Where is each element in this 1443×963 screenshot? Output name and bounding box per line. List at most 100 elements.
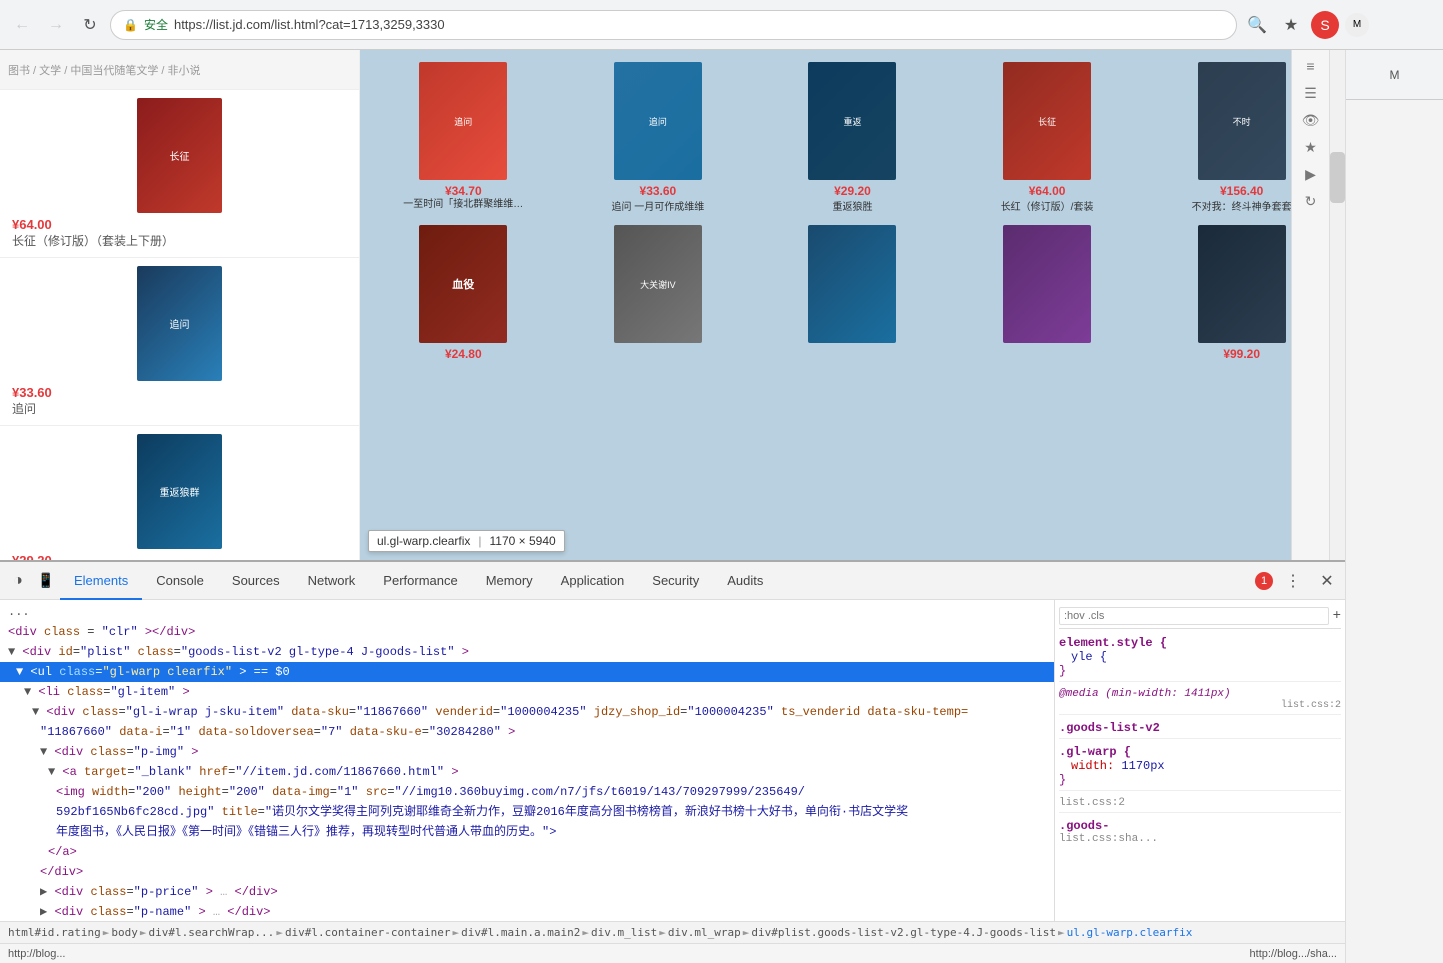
dom-line[interactable]: ▶ <div class="p-name" > … </div> bbox=[0, 902, 1054, 921]
dom-line[interactable]: ▼ <a target="_blank" href="//item.jd.com… bbox=[0, 762, 1054, 782]
page-scrollbar[interactable] bbox=[1329, 50, 1345, 560]
book-cover-3: 重返狼群 bbox=[137, 434, 222, 549]
dom-line[interactable]: "11867660" data-i="1" data-soldoversea="… bbox=[0, 722, 1054, 742]
devtools-device-btn[interactable]: 📱 bbox=[32, 567, 60, 595]
grid-item[interactable]: 大关谢IV bbox=[563, 221, 754, 365]
dom-line[interactable]: <img width="200" height="200" data-img="… bbox=[0, 782, 1054, 802]
breadcrumb-sep: ► bbox=[1058, 926, 1065, 939]
style-rule: element.style { yle { } bbox=[1059, 633, 1341, 682]
breadcrumb-item[interactable]: div#l.container-container bbox=[285, 926, 451, 939]
book-cover-1: 长征 bbox=[137, 98, 222, 213]
dom-line-selected[interactable]: ▼ <ul class="gl-warp clearfix" > == $0 bbox=[0, 662, 1054, 682]
breadcrumb-item[interactable]: div.ml_wrap bbox=[668, 926, 741, 939]
close-devtools-btn[interactable]: ✕ bbox=[1313, 567, 1341, 595]
breadcrumb-sep: ► bbox=[453, 926, 460, 939]
dom-line[interactable]: ... bbox=[0, 602, 1054, 622]
breadcrumb-item[interactable]: div#l.main.a.main2 bbox=[461, 926, 580, 939]
more-options-btn[interactable]: ⋮ bbox=[1279, 567, 1307, 595]
book-img: 大关谢IV bbox=[614, 225, 702, 343]
browser-icon-5[interactable]: ▶ bbox=[1299, 162, 1323, 186]
grid-row-2: 血役 ¥24.80 大关谢IV ¥99.20 bbox=[368, 221, 1337, 365]
grid-item[interactable]: 追问 ¥34.70 一至时间「接北群聚维维… bbox=[368, 58, 559, 217]
right-btn-1[interactable]: M bbox=[1383, 63, 1407, 87]
browser-icon-4[interactable]: ★ bbox=[1299, 135, 1323, 159]
reload-button[interactable]: ↻ bbox=[76, 11, 104, 39]
item-price: ¥64.00 bbox=[956, 184, 1139, 198]
add-style-icon[interactable]: + bbox=[1333, 608, 1341, 624]
styles-filter-bar: + bbox=[1059, 604, 1341, 629]
book-img: 长征 bbox=[1003, 62, 1091, 180]
tab-memory[interactable]: Memory bbox=[472, 562, 547, 600]
tab-network[interactable]: Network bbox=[294, 562, 370, 600]
style-close2: } bbox=[1059, 773, 1341, 787]
breadcrumb-item[interactable]: body bbox=[111, 926, 138, 939]
browser-icon-1[interactable]: ≡ bbox=[1299, 54, 1323, 78]
grid-item[interactable] bbox=[952, 221, 1143, 365]
breadcrumb-item[interactable]: div.m_list bbox=[591, 926, 657, 939]
grid-item[interactable]: 追问 ¥33.60 追问 一月可作成维维 bbox=[563, 58, 754, 217]
dom-line[interactable]: ▼ <div class="gl-i-wrap j-sku-item" data… bbox=[0, 702, 1054, 722]
dom-line[interactable]: 年度图书，《人民日报》《第一时间》《错锚三人行》推荐，再现转型时代普通人带血的历… bbox=[0, 822, 1054, 842]
forward-button[interactable]: → bbox=[42, 11, 70, 39]
dom-line[interactable]: </div> bbox=[0, 862, 1054, 882]
devtools-panel: ◑ 📱 Elements Console Sources Network Per… bbox=[0, 560, 1345, 963]
styles-filter-input[interactable] bbox=[1059, 607, 1329, 625]
style-source3: list.css:sha... bbox=[1059, 833, 1341, 845]
product-price-2: ¥33.60 bbox=[12, 385, 347, 400]
browser-chrome: ← → ↻ 🔒 安全 https://list.jd.com/list.html… bbox=[0, 0, 1443, 50]
style-selector-last: .goods- bbox=[1059, 819, 1341, 833]
breadcrumb-item[interactable]: html#id.rating bbox=[8, 926, 101, 939]
book-img: 血役 bbox=[419, 225, 507, 343]
style-rule-goodssha: .goods- list.css:sha... bbox=[1059, 816, 1341, 848]
address-bar[interactable]: 🔒 安全 https://list.jd.com/list.html?cat=1… bbox=[110, 10, 1237, 40]
breadcrumb-sep: ► bbox=[276, 926, 283, 939]
back-button[interactable]: ← bbox=[8, 11, 36, 39]
url-display: https://list.jd.com/list.html?cat=1713,3… bbox=[174, 17, 445, 32]
grid-item[interactable] bbox=[757, 221, 948, 365]
devtools-inspect-btn[interactable]: ◑ bbox=[4, 567, 32, 595]
bookmark-icon[interactable]: ★ bbox=[1277, 11, 1305, 39]
tooltip-overlay: ul.gl-warp.clearfix | 1170 × 5940 bbox=[368, 530, 565, 552]
devtools-body: ... <div class = "clr" ></div> ▼ <div bbox=[0, 600, 1345, 921]
breadcrumb-item[interactable]: div#plist.goods-list-v2.gl-type-4.J-good… bbox=[751, 926, 1056, 939]
tab-sources[interactable]: Sources bbox=[218, 562, 294, 600]
tab-elements[interactable]: Elements bbox=[60, 562, 142, 600]
item-price: ¥29.20 bbox=[761, 184, 944, 198]
jd-page: 图书 / 文学 / 中国当代随笔文学 / 非小说 长征 ¥64.00 长征（修订… bbox=[0, 50, 1345, 560]
search-icon[interactable]: 🔍 bbox=[1243, 11, 1271, 39]
browser-icon-3[interactable]: 👁 bbox=[1299, 108, 1323, 132]
ext-btn-1[interactable]: M bbox=[1345, 13, 1369, 37]
extensions-area: M bbox=[1345, 13, 1435, 37]
devtools-tabbar: ◑ 📱 Elements Console Sources Network Per… bbox=[0, 562, 1345, 600]
dom-line[interactable]: ▼ <li class="gl-item" > bbox=[0, 682, 1054, 702]
style-close: } bbox=[1059, 664, 1341, 678]
grid-item[interactable]: 重返 ¥29.20 重返狼胜 bbox=[757, 58, 948, 217]
dom-line[interactable]: ▼ <div class="p-img" > bbox=[0, 742, 1054, 762]
breadcrumb-item[interactable]: div#l.searchWrap... bbox=[148, 926, 274, 939]
grid-item[interactable]: 血役 ¥24.80 bbox=[368, 221, 559, 365]
dom-line-img-src[interactable]: 592bf165Nb6fc28cd.jpg" title="诺贝尔文学奖得主阿列… bbox=[0, 802, 1054, 822]
tab-performance[interactable]: Performance bbox=[369, 562, 471, 600]
breadcrumb-current[interactable]: ul.gl-warp.clearfix bbox=[1067, 926, 1193, 939]
grid-item[interactable]: 长征 ¥64.00 长红（修订版）/套装 bbox=[952, 58, 1143, 217]
book-cover-2: 追问 bbox=[137, 266, 222, 381]
dom-line[interactable]: <div class = "clr" ></div> bbox=[0, 622, 1054, 642]
product-name-1: 长征（修订版）（套装上下册） bbox=[12, 232, 347, 249]
dom-line[interactable]: </a> bbox=[0, 842, 1054, 862]
extension-icon[interactable]: S bbox=[1311, 11, 1339, 39]
dom-line[interactable]: ▼ <div id="plist" class="goods-list-v2 g… bbox=[0, 642, 1054, 662]
style-property-width: width: 1170px bbox=[1059, 759, 1341, 773]
tab-audits[interactable]: Audits bbox=[713, 562, 777, 600]
right-sidebar-top: M bbox=[1346, 50, 1443, 100]
item-desc: 一至时间「接北群聚维维… bbox=[372, 198, 555, 211]
browser-icon-2[interactable]: ☰ bbox=[1299, 81, 1323, 105]
styles-panel: + element.style { yle { } @media (min-wi… bbox=[1055, 600, 1345, 921]
tab-console[interactable]: Console bbox=[142, 562, 218, 600]
product-sidebar: 图书 / 文学 / 中国当代随笔文学 / 非小说 长征 ¥64.00 长征（修订… bbox=[0, 50, 360, 560]
tab-application[interactable]: Application bbox=[547, 562, 639, 600]
browser-icon-6[interactable]: ↻ bbox=[1299, 189, 1323, 213]
breadcrumb-sep: ► bbox=[140, 926, 147, 939]
dom-line[interactable]: ▶ <div class="p-price" > … </div> bbox=[0, 882, 1054, 902]
style-selector: .goods-list-v2 bbox=[1059, 721, 1341, 735]
tab-security[interactable]: Security bbox=[638, 562, 713, 600]
